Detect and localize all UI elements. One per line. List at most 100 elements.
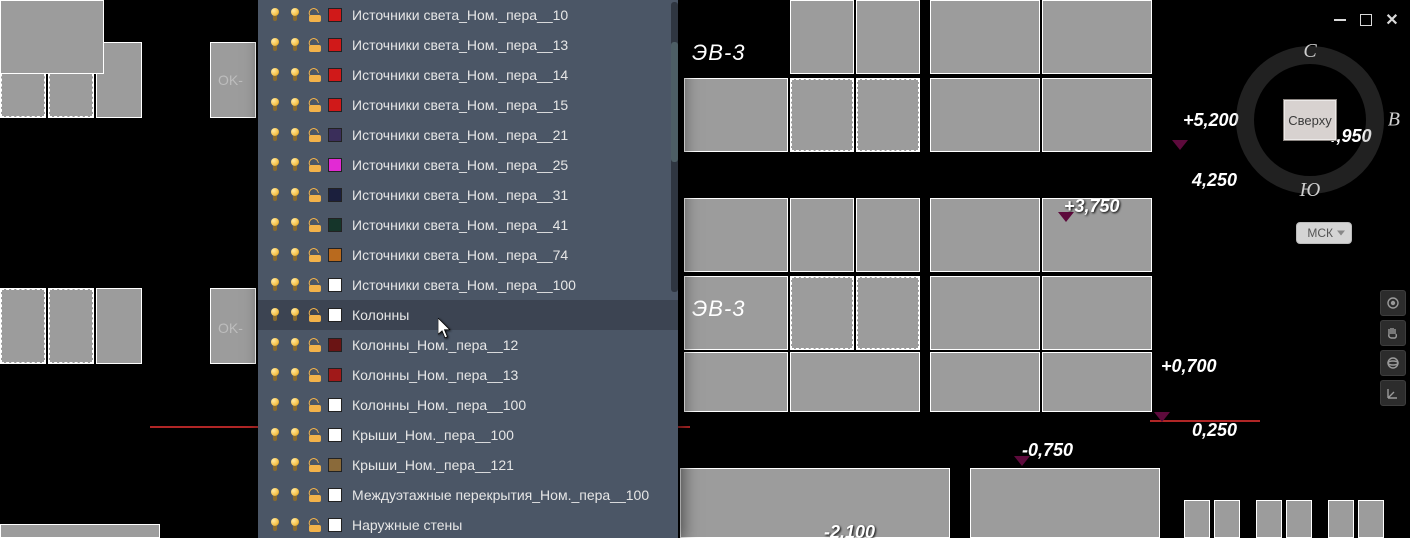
layer-row[interactable]: Источники света_Ном._пера__100	[258, 270, 678, 300]
layer-dropdown-panel[interactable]: Источники света_Ном._пера__10Источники с…	[258, 0, 678, 538]
view-cube[interactable]: С В Ю Сверху	[1236, 46, 1384, 194]
layer-color-swatch[interactable]	[328, 188, 342, 202]
layer-color-swatch[interactable]	[328, 398, 342, 412]
orbit-icon[interactable]	[1380, 350, 1406, 376]
layer-row[interactable]: Колонны_Ном._пера__100	[258, 390, 678, 420]
layer-row[interactable]: Источники света_Ном._пера__15	[258, 90, 678, 120]
lightbulb-on-icon[interactable]	[268, 278, 282, 292]
layer-color-swatch[interactable]	[328, 368, 342, 382]
layer-color-swatch[interactable]	[328, 428, 342, 442]
layer-row[interactable]: Наружные стены	[258, 510, 678, 538]
lightbulb-on-icon[interactable]	[268, 338, 282, 352]
lightbulb-on-icon[interactable]	[268, 158, 282, 172]
lightbulb-freeze-icon[interactable]	[288, 398, 302, 412]
lock-open-icon[interactable]	[308, 248, 322, 262]
layer-row[interactable]: Источники света_Ном._пера__74	[258, 240, 678, 270]
lightbulb-on-icon[interactable]	[268, 8, 282, 22]
layer-row[interactable]: Междуэтажные перекрытия_Ном._пера__100	[258, 480, 678, 510]
lightbulb-on-icon[interactable]	[268, 518, 282, 532]
lightbulb-on-icon[interactable]	[268, 398, 282, 412]
lightbulb-freeze-icon[interactable]	[288, 518, 302, 532]
layer-color-swatch[interactable]	[328, 458, 342, 472]
layer-color-swatch[interactable]	[328, 338, 342, 352]
layer-row[interactable]: Колонны_Ном._пера__12	[258, 330, 678, 360]
lightbulb-on-icon[interactable]	[268, 218, 282, 232]
layer-row[interactable]: Источники света_Ном._пера__14	[258, 60, 678, 90]
layer-color-swatch[interactable]	[328, 308, 342, 322]
lock-open-icon[interactable]	[308, 398, 322, 412]
layer-panel-scrollbar[interactable]	[671, 2, 678, 292]
lock-open-icon[interactable]	[308, 218, 322, 232]
layer-row[interactable]: Источники света_Ном._пера__25	[258, 150, 678, 180]
lightbulb-freeze-icon[interactable]	[288, 368, 302, 382]
lightbulb-freeze-icon[interactable]	[288, 278, 302, 292]
lock-open-icon[interactable]	[308, 8, 322, 22]
lightbulb-freeze-icon[interactable]	[288, 488, 302, 502]
compass-east-label[interactable]: В	[1388, 109, 1400, 132]
layer-row[interactable]: Источники света_Ном._пера__41	[258, 210, 678, 240]
layer-row[interactable]: Крыши_Ном._пера__121	[258, 450, 678, 480]
lightbulb-freeze-icon[interactable]	[288, 458, 302, 472]
layer-color-swatch[interactable]	[328, 248, 342, 262]
lightbulb-on-icon[interactable]	[268, 188, 282, 202]
drawing-canvas[interactable]: +5,200+4,9504,250+3,750+0,7000,250-0,750…	[0, 0, 1410, 538]
layer-color-swatch[interactable]	[328, 38, 342, 52]
lightbulb-on-icon[interactable]	[268, 428, 282, 442]
lightbulb-freeze-icon[interactable]	[288, 158, 302, 172]
layer-row[interactable]: Источники света_Ном._пера__31	[258, 180, 678, 210]
ucs-icon[interactable]	[1380, 380, 1406, 406]
layer-color-swatch[interactable]	[328, 278, 342, 292]
lightbulb-freeze-icon[interactable]	[288, 188, 302, 202]
lock-open-icon[interactable]	[308, 518, 322, 532]
lock-open-icon[interactable]	[308, 338, 322, 352]
lightbulb-freeze-icon[interactable]	[288, 38, 302, 52]
compass-south-label[interactable]: Ю	[1300, 179, 1321, 202]
lightbulb-on-icon[interactable]	[268, 38, 282, 52]
layer-color-swatch[interactable]	[328, 218, 342, 232]
lock-open-icon[interactable]	[308, 98, 322, 112]
lock-open-icon[interactable]	[308, 488, 322, 502]
target-icon[interactable]	[1380, 290, 1406, 316]
lightbulb-on-icon[interactable]	[268, 68, 282, 82]
lightbulb-on-icon[interactable]	[268, 458, 282, 472]
lock-open-icon[interactable]	[308, 38, 322, 52]
lock-open-icon[interactable]	[308, 308, 322, 322]
lightbulb-freeze-icon[interactable]	[288, 248, 302, 262]
layer-color-swatch[interactable]	[328, 158, 342, 172]
lock-open-icon[interactable]	[308, 158, 322, 172]
layer-color-swatch[interactable]	[328, 8, 342, 22]
pan-icon[interactable]	[1380, 320, 1406, 346]
compass-north-label[interactable]: С	[1303, 40, 1316, 63]
lightbulb-on-icon[interactable]	[268, 488, 282, 502]
layer-color-swatch[interactable]	[328, 68, 342, 82]
view-cube-face-top[interactable]: Сверху	[1283, 99, 1337, 141]
lock-open-icon[interactable]	[308, 368, 322, 382]
lightbulb-on-icon[interactable]	[268, 128, 282, 142]
lock-open-icon[interactable]	[308, 128, 322, 142]
lightbulb-freeze-icon[interactable]	[288, 308, 302, 322]
lightbulb-freeze-icon[interactable]	[288, 338, 302, 352]
lightbulb-freeze-icon[interactable]	[288, 68, 302, 82]
lock-open-icon[interactable]	[308, 188, 322, 202]
lightbulb-freeze-icon[interactable]	[288, 128, 302, 142]
window-maximize-button[interactable]	[1358, 12, 1374, 28]
layer-color-swatch[interactable]	[328, 128, 342, 142]
wcs-badge[interactable]: МСК	[1296, 222, 1352, 244]
layer-row[interactable]: Колонны	[258, 300, 678, 330]
lock-open-icon[interactable]	[308, 278, 322, 292]
layer-color-swatch[interactable]	[328, 518, 342, 532]
layer-row[interactable]: Источники света_Ном._пера__21	[258, 120, 678, 150]
layer-row[interactable]: Источники света_Ном._пера__10	[258, 0, 678, 30]
window-close-button[interactable]: ✕	[1384, 12, 1400, 28]
lightbulb-freeze-icon[interactable]	[288, 8, 302, 22]
lock-open-icon[interactable]	[308, 458, 322, 472]
window-minimize-button[interactable]	[1332, 12, 1348, 28]
lightbulb-on-icon[interactable]	[268, 248, 282, 262]
lock-open-icon[interactable]	[308, 428, 322, 442]
lightbulb-on-icon[interactable]	[268, 98, 282, 112]
layer-row[interactable]: Источники света_Ном._пера__13	[258, 30, 678, 60]
lock-open-icon[interactable]	[308, 68, 322, 82]
layer-row[interactable]: Колонны_Ном._пера__13	[258, 360, 678, 390]
lightbulb-on-icon[interactable]	[268, 368, 282, 382]
lightbulb-freeze-icon[interactable]	[288, 98, 302, 112]
